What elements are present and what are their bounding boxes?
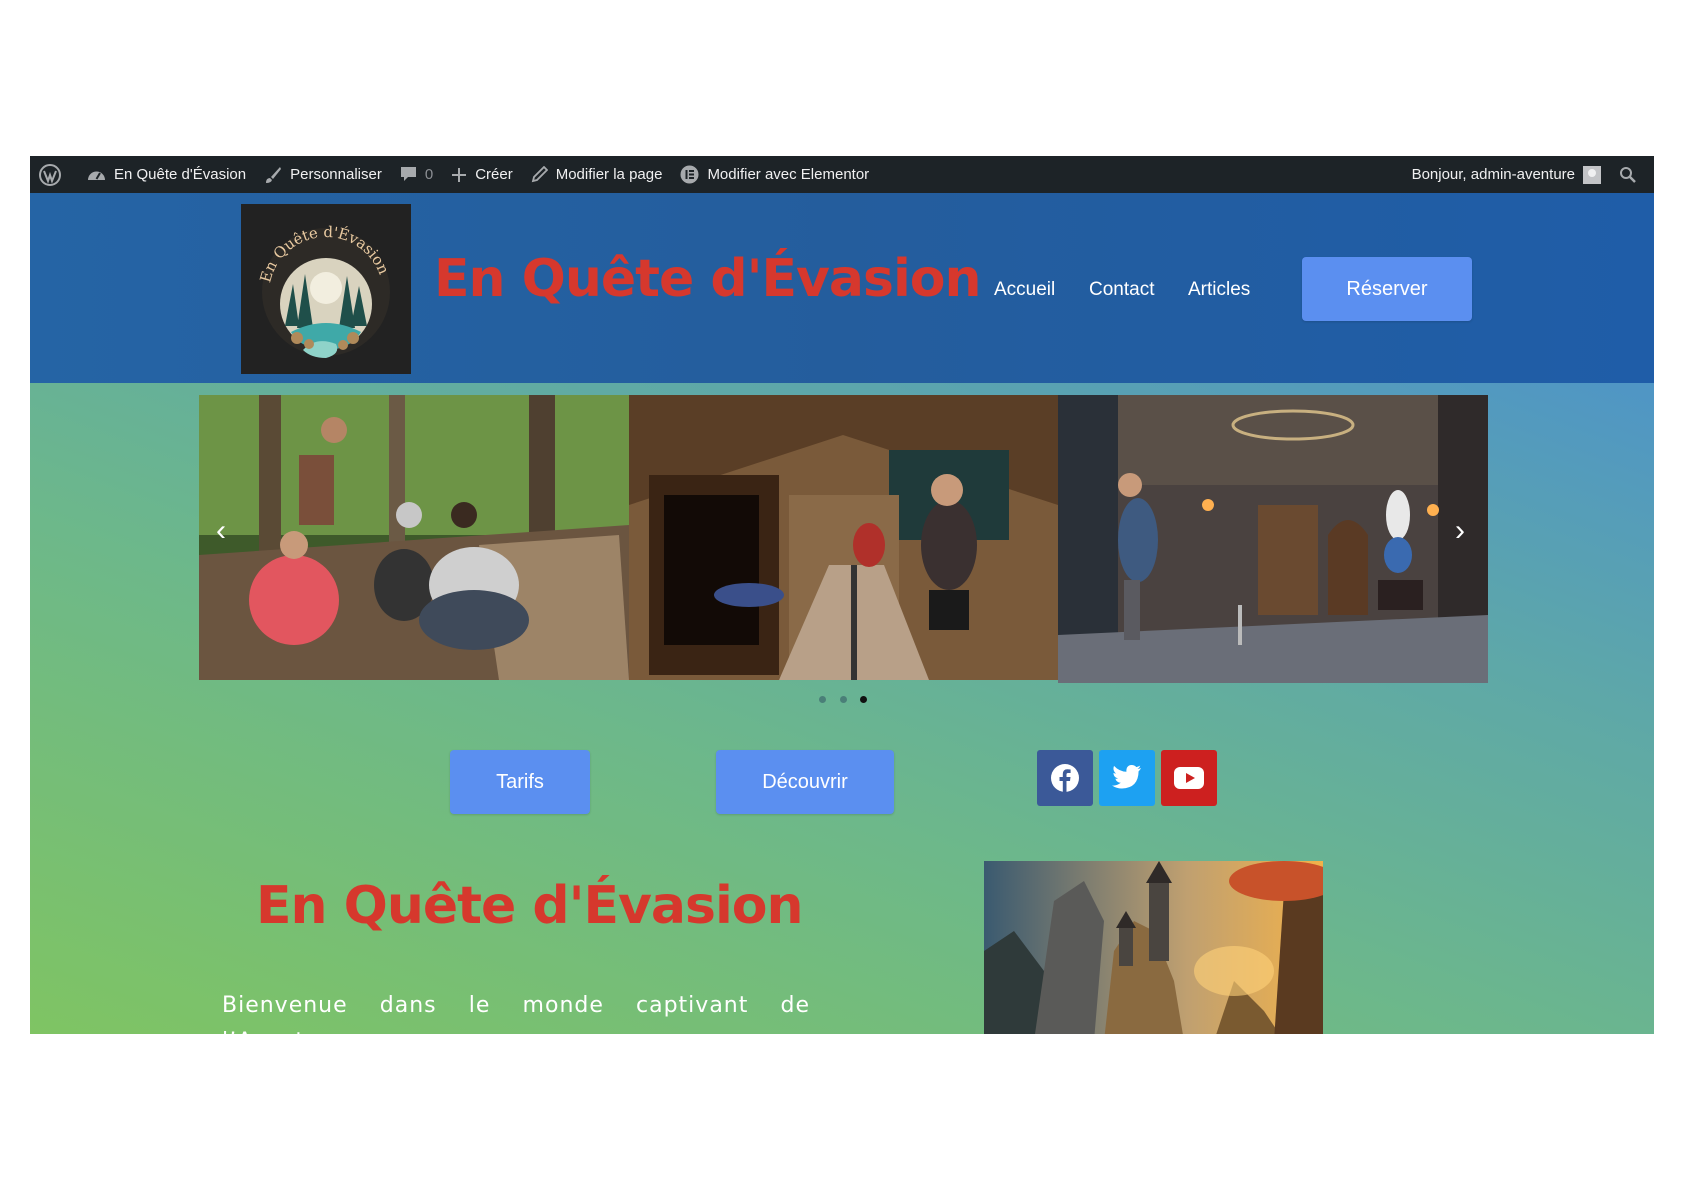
wp-logo-menu[interactable] bbox=[30, 156, 78, 193]
admin-search-button[interactable] bbox=[1610, 156, 1654, 193]
castle-image bbox=[984, 861, 1323, 1034]
youtube-link[interactable] bbox=[1161, 750, 1217, 806]
slide-forest bbox=[199, 395, 629, 680]
slider-next-arrow[interactable]: › bbox=[1455, 516, 1465, 546]
edit-page-link[interactable]: Modifier la page bbox=[522, 156, 672, 193]
create-label: Créer bbox=[475, 166, 513, 183]
edit-elementor-link[interactable]: Modifier avec Elementor bbox=[671, 156, 878, 193]
site-name-menu[interactable]: En Quête d'Évasion bbox=[78, 156, 255, 193]
elementor-icon bbox=[680, 165, 699, 184]
slide-dungeon bbox=[1058, 395, 1488, 683]
nav-item-accueil[interactable]: Accueil bbox=[994, 279, 1055, 301]
site-logo[interactable]: En Quête d'Évasion bbox=[241, 204, 411, 374]
comment-icon bbox=[400, 167, 416, 181]
twitter-icon bbox=[1112, 765, 1141, 789]
facebook-link[interactable] bbox=[1037, 750, 1093, 806]
greeting-label: Bonjour, admin-aventure bbox=[1411, 166, 1575, 183]
decouvrir-button[interactable]: Découvrir bbox=[716, 750, 894, 814]
fantasy-castle-illustration bbox=[984, 861, 1323, 1034]
site-header: En Quête d'Évasion En Quête d'Évasion Ac… bbox=[30, 193, 1654, 383]
browser-viewport: En Quête d'Évasion Personnaliser 0 Créer… bbox=[30, 156, 1654, 1034]
tarifs-button[interactable]: Tarifs bbox=[450, 750, 590, 814]
dashboard-icon bbox=[88, 171, 105, 180]
customize-link[interactable]: Personnaliser bbox=[255, 156, 391, 193]
intro-text: Bienvenue dans le monde captivant de l’A… bbox=[222, 993, 810, 1034]
slider-dot-1[interactable] bbox=[819, 696, 826, 703]
account-menu[interactable]: Bonjour, admin-aventure bbox=[1403, 156, 1610, 193]
wordpress-icon bbox=[39, 163, 61, 186]
logo-emblem: En Quête d'Évasion bbox=[256, 223, 393, 358]
comments-count: 0 bbox=[424, 166, 434, 183]
nav-item-contact[interactable]: Contact bbox=[1089, 279, 1154, 301]
comments-link[interactable]: 0 bbox=[391, 156, 442, 193]
edit-page-label: Modifier la page bbox=[555, 166, 663, 183]
twitter-link[interactable] bbox=[1099, 750, 1155, 806]
edit-elementor-label: Modifier avec Elementor bbox=[707, 166, 870, 183]
create-new-menu[interactable]: Créer bbox=[442, 156, 522, 193]
reserve-button[interactable]: Réserver bbox=[1302, 257, 1472, 321]
slider-dot-2[interactable] bbox=[840, 696, 847, 703]
plus-icon bbox=[452, 167, 467, 182]
site-name-label: En Quête d'Évasion bbox=[114, 166, 247, 183]
slide-mine bbox=[629, 395, 1058, 680]
avatar bbox=[1583, 165, 1601, 184]
search-icon bbox=[1620, 166, 1636, 183]
wp-admin-bar: En Quête d'Évasion Personnaliser 0 Créer… bbox=[30, 156, 1654, 193]
slider-prev-arrow[interactable]: ‹ bbox=[216, 516, 226, 546]
slider-dot-3[interactable] bbox=[860, 696, 867, 703]
youtube-icon bbox=[1174, 767, 1204, 789]
customize-label: Personnaliser bbox=[290, 166, 382, 183]
facebook-icon bbox=[1051, 764, 1079, 792]
nav-item-articles[interactable]: Articles bbox=[1188, 279, 1250, 301]
forest-group-photo bbox=[199, 395, 629, 680]
dungeon-escape-room-photo bbox=[1058, 395, 1488, 683]
brush-icon bbox=[266, 166, 282, 183]
mine-escape-room-photo bbox=[629, 395, 1058, 680]
section-title: En Quête d'Évasion bbox=[256, 876, 804, 936]
site-title[interactable]: En Quête d'Évasion bbox=[434, 249, 982, 309]
pencil-icon bbox=[531, 166, 548, 183]
